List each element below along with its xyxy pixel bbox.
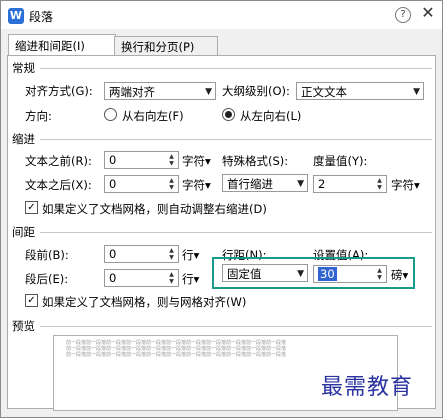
measure-input[interactable]: 2 ▲ ▼ [313,175,387,193]
preview-heading: 预览 [12,319,35,333]
dropdown-arrow-icon: ▼ [205,87,212,97]
snap-grid-label: 如果定义了文档网格，则与网格对齐(W) [42,295,247,309]
measure-label: 度量值(Y): [313,154,368,168]
space-after-value: 0 [109,271,117,285]
alignment-label: 对齐方式(G): [25,84,93,98]
spin-arrows-icon[interactable]: ▲ ▼ [166,271,177,285]
ltr-radio[interactable] [222,108,235,121]
outline-label: 大纲级别(O): [222,84,290,98]
close-button[interactable]: ✕ [419,4,437,22]
ltr-label: 从左向右(L) [240,109,302,123]
spin-arrows-icon[interactable]: ▲ ▼ [166,247,177,261]
space-after-unit[interactable]: 行▾ [182,271,199,287]
wps-writer-icon: W [8,8,24,24]
line-spacing-select[interactable]: 固定值 ▼ [222,264,308,282]
spin-arrows-icon[interactable]: ▲ ▼ [166,153,177,167]
alignment-select[interactable]: 两端对齐 ▼ [104,82,216,100]
space-after-input[interactable]: 0 ▲ ▼ [104,269,179,287]
outline-select[interactable]: 正文文本 ▼ [296,82,424,100]
indent-after-label: 文本之后(X): [25,178,92,192]
help-button[interactable]: ? [395,7,411,23]
space-before-unit[interactable]: 行▾ [182,247,199,263]
measure-value: 2 [318,177,326,191]
space-after-label: 段后(E): [25,272,69,286]
indent-before-unit[interactable]: 字符▾ [182,153,211,169]
watermark: 最需教育 [321,375,414,400]
indent-before-label: 文本之前(R): [25,154,92,168]
title-bar: W 段落 ? ✕ [1,1,442,29]
dropdown-arrow-icon: ▼ [297,179,304,189]
preview-line: 前一段落前一段落前一段落前一段落前一段落前一段落前一段落前一段落前一段落前一段落… [66,352,287,358]
spin-arrows-icon[interactable]: ▲ ▼ [166,177,177,191]
outline-value: 正文文本 [301,85,347,99]
measure-unit[interactable]: 字符▾ [391,177,420,193]
indent-heading: 缩进 [12,132,35,146]
dialog-title: 段落 [29,10,54,24]
indent-after-unit[interactable]: 字符▾ [182,177,211,193]
indent-after-input[interactable]: 0 ▲ ▼ [104,175,179,193]
spin-arrows-icon[interactable]: ▲ ▼ [374,177,385,191]
divider [40,68,432,69]
space-before-value: 0 [109,247,117,261]
set-value-unit[interactable]: 磅▾ [391,267,408,283]
special-label: 特殊格式(S): [222,154,289,168]
space-before-label: 段前(B): [25,248,69,262]
dropdown-arrow-icon: ▼ [413,87,420,97]
rtl-label: 从右向左(F) [122,109,184,123]
line-spacing-value: 固定值 [227,267,262,281]
auto-adjust-checkbox[interactable]: ✓ [25,201,38,214]
alignment-value: 两端对齐 [109,85,155,99]
snap-grid-checkbox[interactable]: ✓ [25,294,38,307]
divider [40,139,432,140]
dropdown-arrow-icon: ▼ [297,269,304,279]
divider [40,326,432,327]
indent-before-input[interactable]: 0 ▲ ▼ [104,151,179,169]
special-select[interactable]: 首行缩进 ▼ [222,174,308,192]
indent-before-value: 0 [109,153,117,167]
direction-label: 方向: [25,109,52,123]
set-value-input[interactable]: 30 ▲ ▼ [313,265,387,283]
divider [40,232,432,233]
set-value-value: 30 [318,267,337,281]
spacing-heading: 间距 [12,225,35,239]
special-value: 首行缩进 [227,177,273,191]
auto-adjust-label: 如果定义了文档网格，则自动调整右缩进(D) [42,202,267,216]
indent-after-value: 0 [109,177,117,191]
space-before-input[interactable]: 0 ▲ ▼ [104,245,179,263]
general-heading: 常规 [12,61,35,75]
tab-line-page-breaks[interactable]: 换行和分页(P) [114,36,218,57]
tab-indent-spacing[interactable]: 缩进和间距(I) [8,34,116,57]
rtl-radio[interactable] [104,108,117,121]
spin-arrows-icon[interactable]: ▲ ▼ [374,267,385,281]
